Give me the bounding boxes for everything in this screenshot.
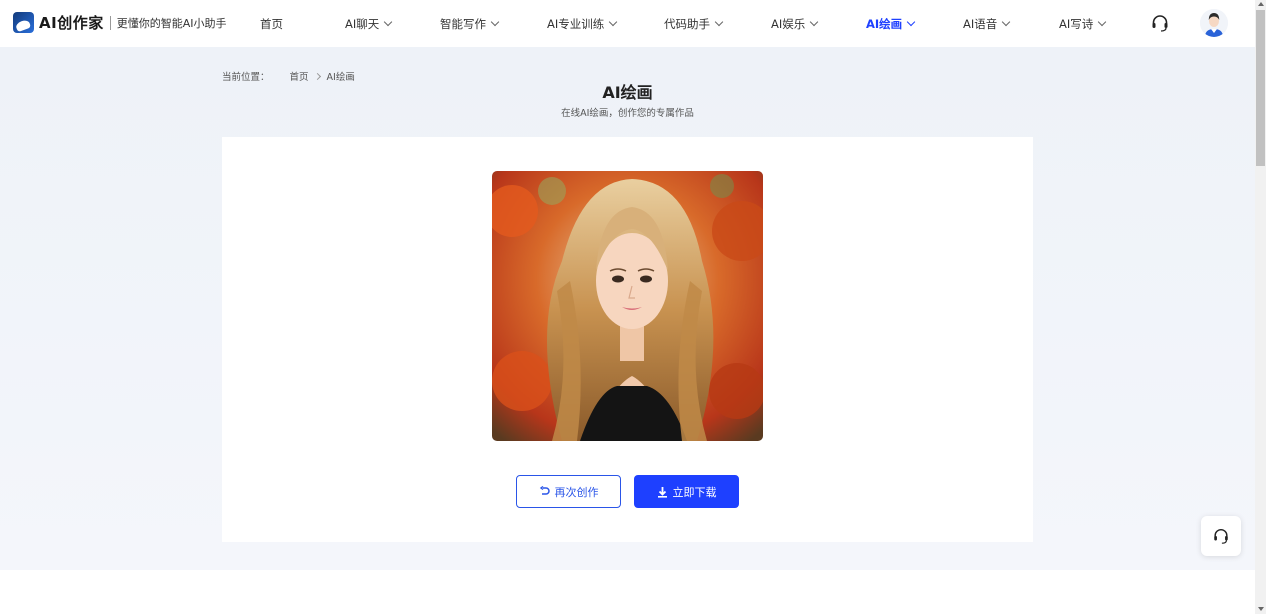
footer-area [0,570,1255,614]
recreate-button-label: 再次创作 [554,485,599,499]
logo-icon [13,12,34,33]
scroll-up-icon[interactable] [1258,2,1264,6]
chevron-down-icon [609,17,618,27]
download-icon [657,486,667,498]
nav-item-code-assistant[interactable]: 代码助手 [664,16,724,32]
nav-item-label: 代码助手 [664,17,710,31]
nav-item-label: AI绘画 [866,17,903,31]
chevron-down-icon [1002,17,1011,27]
nav-item-ai-poetry[interactable]: AI写诗 [1059,16,1107,32]
download-button[interactable]: 立即下载 [634,475,739,508]
nav-item-label: AI聊天 [345,17,380,31]
chevron-down-icon [490,17,500,27]
download-button-label: 立即下载 [672,485,717,499]
undo-icon [539,486,550,495]
recreate-button[interactable]: 再次创作 [516,475,621,508]
nav-item-ai-chat[interactable]: AI聊天 [345,16,393,32]
generated-image[interactable] [492,171,763,441]
brand-logo[interactable]: AI创作家 更懂你的智能AI小助手 [13,12,226,33]
nav-item-label: AI语音 [963,17,998,31]
headset-icon [1214,528,1228,544]
nav-item-label: AI专业训练 [547,17,605,31]
nav-item-ai-voice[interactable]: AI语音 [963,16,1011,32]
nav-item-label: AI写诗 [1059,17,1094,31]
page-subtitle: 在线AI绘画，创作您的专属作品 [561,108,694,119]
chevron-down-icon [906,17,916,27]
top-navbar: AI创作家 更懂你的智能AI小助手 首页 AI聊天 智能写作 AI专业训练 代码… [0,0,1255,47]
chevron-down-icon [1098,17,1107,27]
nav-item-smart-writing[interactable]: 智能写作 [440,16,500,32]
user-avatar[interactable] [1200,9,1228,37]
headset-icon[interactable] [1150,13,1170,33]
nav-item-label: AI娱乐 [771,17,806,31]
chevron-down-icon [384,17,393,27]
nav-item-ai-painting[interactable]: AI绘画 [866,16,916,32]
chevron-down-icon [810,17,819,27]
nav-item-home[interactable]: 首页 [260,16,283,32]
logo-divider [109,15,111,30]
main-content: 当前位置： 首页 AI绘画 AI绘画 在线AI绘画，创作您的专属作品 再次创作 … [0,47,1255,570]
page-title: AI绘画 [602,83,653,102]
brand-slogan: 更懂你的智能AI小助手 [116,16,227,30]
chevron-down-icon [714,17,724,27]
nav-item-label: 智能写作 [440,17,486,31]
scroll-down-icon[interactable] [1258,607,1264,611]
nav-item-label: 首页 [260,17,283,31]
nav-item-ai-entertainment[interactable]: AI娱乐 [771,16,819,32]
page-scrollbar[interactable] [1255,0,1266,614]
brand-name: AI创作家 [39,14,104,32]
floating-support-button[interactable] [1201,516,1241,556]
result-card: 再次创作 立即下载 [222,137,1033,542]
scroll-thumb[interactable] [1256,10,1265,166]
nav-item-ai-training[interactable]: AI专业训练 [547,16,618,32]
